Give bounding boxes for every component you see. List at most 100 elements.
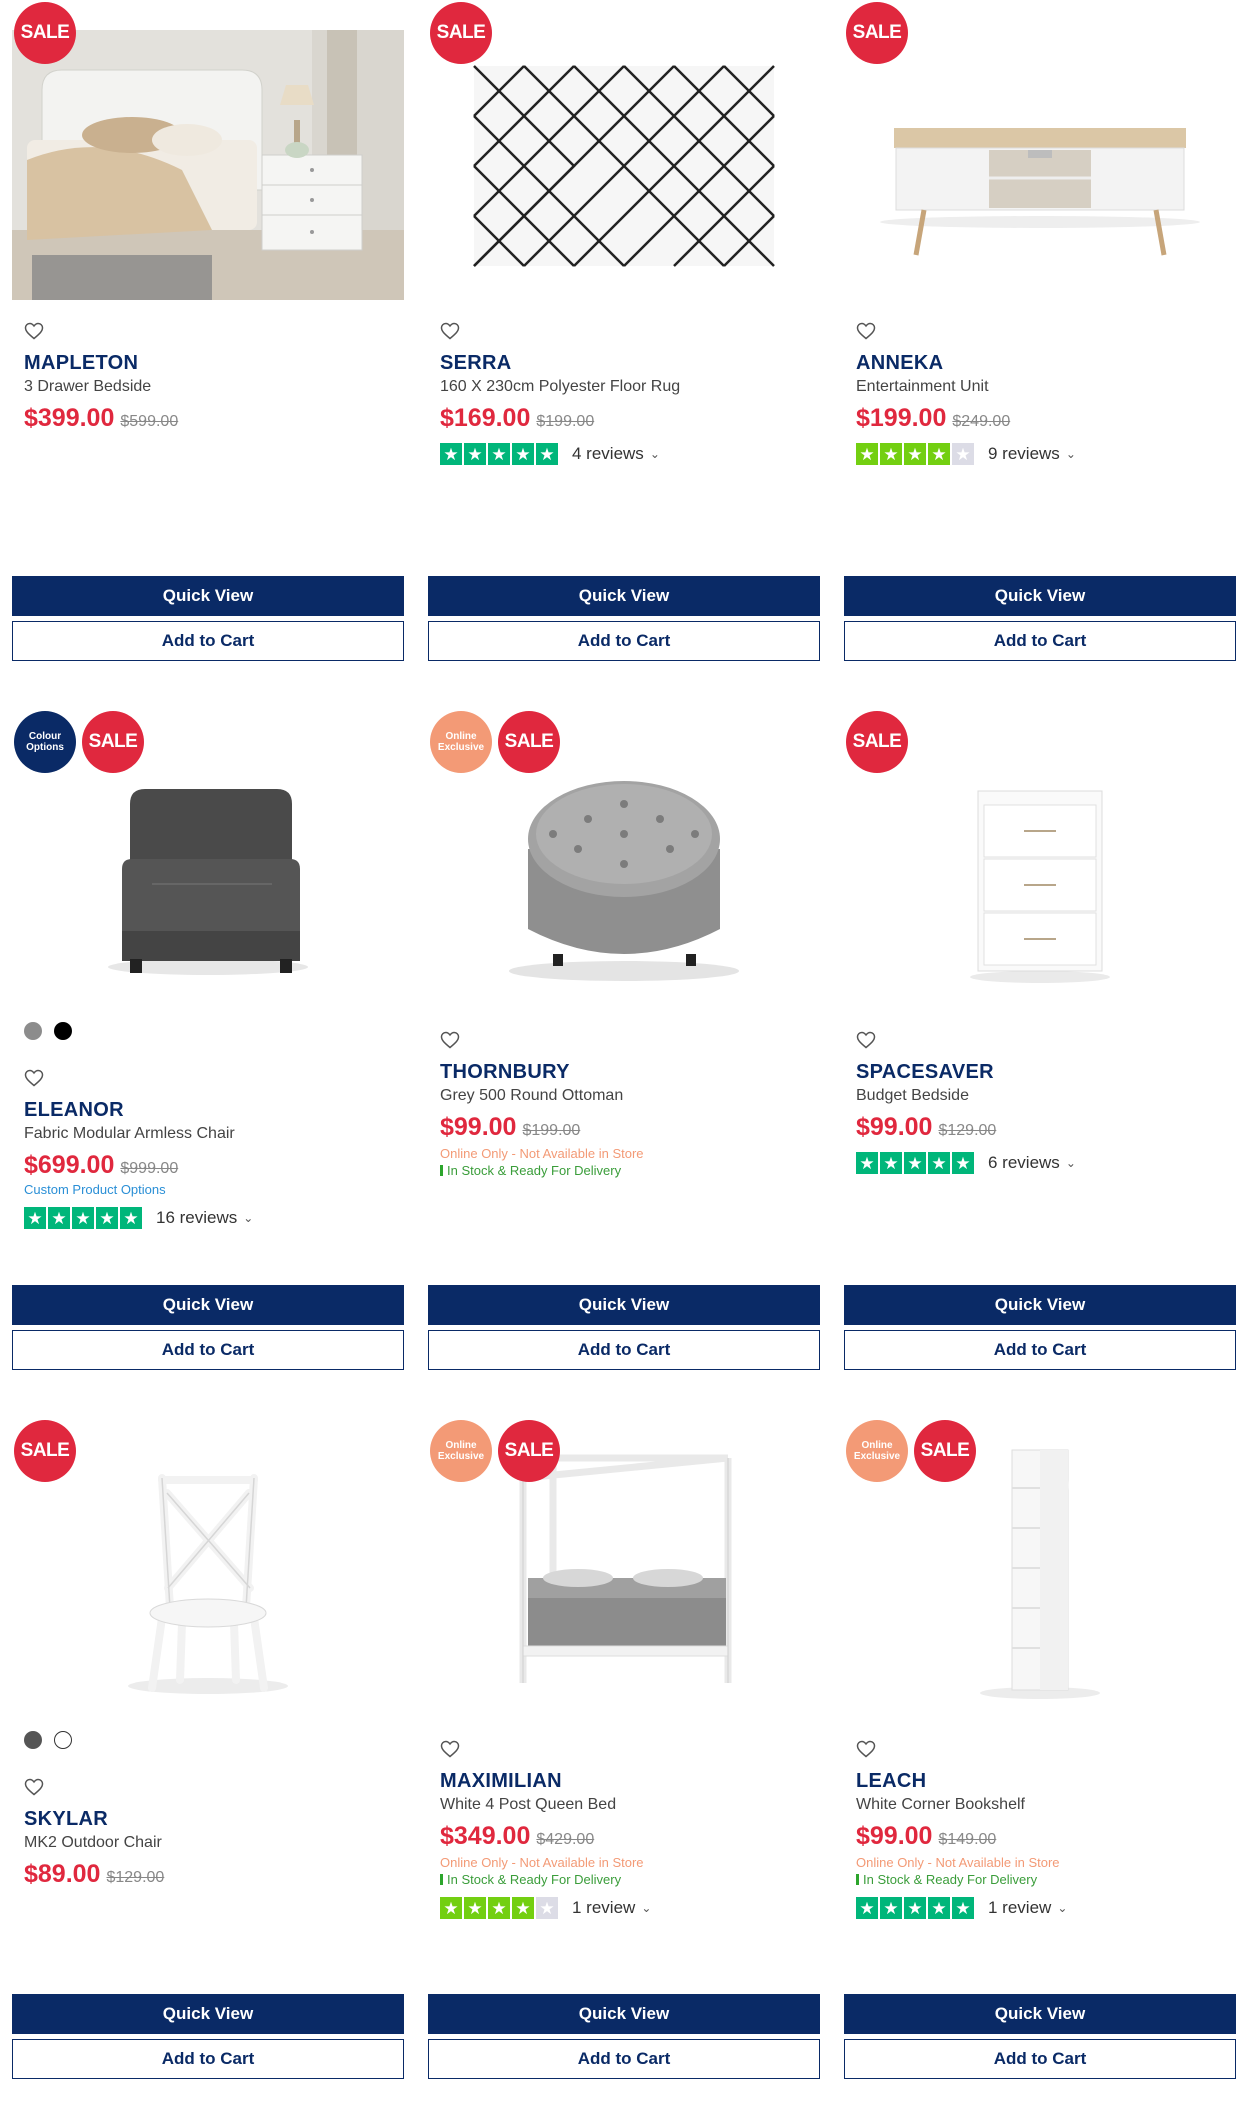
quick-view-button[interactable]: Quick View bbox=[844, 1994, 1236, 2034]
product-card[interactable]: Online Exclusive SALE LEACH White Corner Bo… bbox=[844, 1418, 1236, 2118]
product-card[interactable]: SALE SKYLAR MK2 Outdoor Chair $89.00 $129.00… bbox=[12, 1418, 404, 2118]
badge-group: Online Exclusive SALE bbox=[430, 1420, 560, 1482]
product-name[interactable]: ANNEKA bbox=[856, 350, 1226, 376]
product-card[interactable]: SALE SERRA 160 X 230cm Polyester Floor Rug… bbox=[428, 0, 820, 700]
was-price: $199.00 bbox=[522, 1122, 581, 1139]
colour-swatches bbox=[24, 1022, 72, 1040]
add-to-cart-button[interactable]: Add to Cart bbox=[428, 621, 820, 661]
stock-indicator-icon bbox=[440, 1874, 443, 1885]
product-name[interactable]: MAPLETON bbox=[24, 350, 394, 376]
wishlist-heart-icon[interactable] bbox=[856, 1031, 878, 1051]
wishlist-heart-icon[interactable] bbox=[440, 322, 462, 342]
product-card[interactable]: SALE SPACESAVER Budget Bedside $99.00 $129.0… bbox=[844, 709, 1236, 1409]
colour-swatch[interactable] bbox=[24, 1731, 42, 1749]
trustpilot-rating[interactable]: ★ ★ ★ ★ ★ 6 reviews ⌄ bbox=[856, 1152, 1226, 1174]
rating-stars: ★ ★ ★ ★ ★ bbox=[24, 1207, 142, 1229]
star-icon: ★ bbox=[512, 1897, 534, 1919]
trustpilot-rating[interactable]: ★ ★ ★ ★ ★ 4 reviews ⌄ bbox=[440, 443, 810, 465]
price-row: $199.00 $249.00 bbox=[856, 404, 1226, 433]
review-count[interactable]: 16 reviews ⌄ bbox=[156, 1208, 253, 1228]
product-name[interactable]: SERRA bbox=[440, 350, 810, 376]
colour-swatch[interactable] bbox=[54, 1731, 72, 1749]
product-grid: SALE MAPLETON 3 Drawer Bedside $399.00 $599.… bbox=[0, 0, 1250, 2128]
sale-badge: SALE bbox=[914, 1420, 976, 1482]
rating-stars: ★ ★ ★ ★ ★ bbox=[856, 1897, 974, 1919]
review-count[interactable]: 6 reviews ⌄ bbox=[988, 1153, 1076, 1173]
add-to-cart-button[interactable]: Add to Cart bbox=[12, 2039, 404, 2079]
colour-swatch[interactable] bbox=[54, 1022, 72, 1040]
sale-price: $699.00 bbox=[24, 1151, 115, 1179]
product-info: SKYLAR MK2 Outdoor Chair $89.00 $129.00 bbox=[24, 1806, 394, 1889]
sale-price: $99.00 bbox=[440, 1113, 517, 1141]
product-name[interactable]: ELEANOR bbox=[24, 1097, 394, 1123]
star-icon: ★ bbox=[928, 443, 950, 465]
star-icon: ★ bbox=[952, 1152, 974, 1174]
quick-view-button[interactable]: Quick View bbox=[12, 1285, 404, 1325]
review-count[interactable]: 1 review ⌄ bbox=[572, 1898, 651, 1918]
wishlist-heart-icon[interactable] bbox=[440, 1031, 462, 1051]
product-name[interactable]: SKYLAR bbox=[24, 1806, 394, 1832]
wishlist-heart-icon[interactable] bbox=[856, 322, 878, 342]
review-count[interactable]: 4 reviews ⌄ bbox=[572, 444, 660, 464]
stock-status: In Stock & Ready For Delivery bbox=[440, 1163, 810, 1178]
was-price: $249.00 bbox=[952, 413, 1011, 430]
add-to-cart-button[interactable]: Add to Cart bbox=[844, 2039, 1236, 2079]
product-description: MK2 Outdoor Chair bbox=[24, 1834, 162, 1851]
trustpilot-rating[interactable]: ★ ★ ★ ★ ★ 1 review ⌄ bbox=[856, 1897, 1226, 1919]
review-count[interactable]: 9 reviews ⌄ bbox=[988, 444, 1076, 464]
trustpilot-rating[interactable]: ★ ★ ★ ★ ★ 9 reviews ⌄ bbox=[856, 443, 1226, 465]
rating-stars: ★ ★ ★ ★ ★ bbox=[856, 1152, 974, 1174]
wishlist-heart-icon[interactable] bbox=[440, 1740, 462, 1760]
quick-view-button[interactable]: Quick View bbox=[844, 576, 1236, 616]
custom-options-link[interactable]: Custom Product Options bbox=[24, 1182, 394, 1197]
was-price: $129.00 bbox=[106, 1869, 165, 1886]
product-card[interactable]: Online Exclusive SALE MAXIMILIAN White 4 Po… bbox=[428, 1418, 820, 2118]
sale-price: $349.00 bbox=[440, 1822, 531, 1850]
colour-swatch[interactable] bbox=[24, 1022, 42, 1040]
wishlist-heart-icon[interactable] bbox=[24, 1778, 46, 1798]
product-name[interactable]: MAXIMILIAN bbox=[440, 1768, 810, 1794]
quick-view-button[interactable]: Quick View bbox=[12, 1994, 404, 2034]
product-card[interactable]: Online Exclusive SALE THORNBURY Grey 500 Ro… bbox=[428, 709, 820, 1409]
trustpilot-rating[interactable]: ★ ★ ★ ★ ★ 1 review ⌄ bbox=[440, 1897, 810, 1919]
add-to-cart-button[interactable]: Add to Cart bbox=[428, 1330, 820, 1370]
chevron-down-icon: ⌄ bbox=[641, 1901, 652, 1915]
review-count-text: 6 reviews bbox=[988, 1153, 1060, 1172]
product-description: Fabric Modular Armless Chair bbox=[24, 1125, 235, 1142]
wishlist-heart-icon[interactable] bbox=[24, 1069, 46, 1089]
add-to-cart-button[interactable]: Add to Cart bbox=[844, 621, 1236, 661]
quick-view-button[interactable]: Quick View bbox=[844, 1285, 1236, 1325]
colour-options-badge: Colour Options bbox=[14, 711, 76, 773]
product-info: LEACH White Corner Bookshelf $99.00 $149.00… bbox=[856, 1768, 1226, 1919]
product-card[interactable]: SALE MAPLETON 3 Drawer Bedside $399.00 $599.… bbox=[12, 0, 404, 700]
product-info: THORNBURY Grey 500 Round Ottoman $99.00 $19… bbox=[440, 1059, 810, 1178]
product-name[interactable]: THORNBURY bbox=[440, 1059, 810, 1085]
add-to-cart-button[interactable]: Add to Cart bbox=[12, 621, 404, 661]
badge-group: SALE bbox=[14, 2, 76, 64]
product-name[interactable]: LEACH bbox=[856, 1768, 1226, 1794]
star-icon: ★ bbox=[904, 1152, 926, 1174]
product-card[interactable]: Colour Options SALE ELEANOR Fabric Modular … bbox=[12, 709, 404, 1409]
product-card[interactable]: SALE ANNEKA Entertainment Unit $199.00 $249.… bbox=[844, 0, 1236, 700]
trustpilot-rating[interactable]: ★ ★ ★ ★ ★ 16 reviews ⌄ bbox=[24, 1207, 394, 1229]
product-description: Grey 500 Round Ottoman bbox=[440, 1087, 624, 1104]
add-to-cart-button[interactable]: Add to Cart bbox=[12, 1330, 404, 1370]
star-icon: ★ bbox=[928, 1897, 950, 1919]
wishlist-heart-icon[interactable] bbox=[24, 322, 46, 342]
add-to-cart-button[interactable]: Add to Cart bbox=[844, 1330, 1236, 1370]
quick-view-button[interactable]: Quick View bbox=[428, 1994, 820, 2034]
wishlist-heart-icon[interactable] bbox=[856, 1740, 878, 1760]
product-name[interactable]: SPACESAVER bbox=[856, 1059, 1226, 1085]
badge-group: SALE bbox=[430, 2, 492, 64]
online-only-note: Online Only - Not Available in Store bbox=[440, 1146, 644, 1161]
product-info: SERRA 160 X 230cm Polyester Floor Rug $169… bbox=[440, 350, 810, 465]
review-count[interactable]: 1 review ⌄ bbox=[988, 1898, 1067, 1918]
product-description: 160 X 230cm Polyester Floor Rug bbox=[440, 378, 681, 395]
product-info: ELEANOR Fabric Modular Armless Chair $699.… bbox=[24, 1097, 394, 1229]
price-row: $169.00 $199.00 bbox=[440, 404, 810, 433]
chevron-down-icon: ⌄ bbox=[1065, 447, 1076, 461]
quick-view-button[interactable]: Quick View bbox=[428, 1285, 820, 1325]
add-to-cart-button[interactable]: Add to Cart bbox=[428, 2039, 820, 2079]
quick-view-button[interactable]: Quick View bbox=[12, 576, 404, 616]
quick-view-button[interactable]: Quick View bbox=[428, 576, 820, 616]
